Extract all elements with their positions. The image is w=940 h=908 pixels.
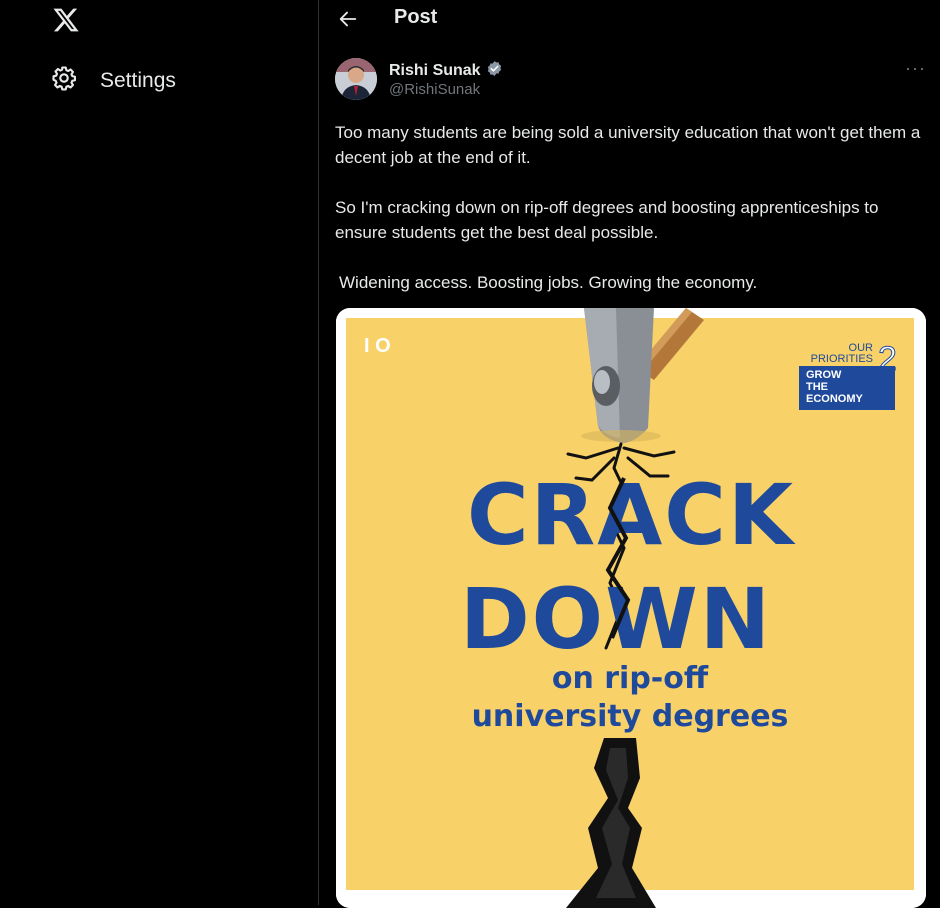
post-text: Too many students are being sold a unive… — [335, 120, 935, 320]
post-detail-column: Post Rishi Sunak @RishiSunak ··· Too man… — [319, 0, 940, 908]
post-paragraph: Widening access. Boosting jobs. Growing … — [339, 273, 758, 292]
post-image[interactable]: I O OUR PRIORITIES 2 GROW THE ECONOMY CR… — [336, 308, 926, 908]
more-options-icon[interactable]: ··· — [905, 58, 926, 79]
headline-line-1: CRACK — [467, 466, 796, 564]
gear-icon — [50, 64, 78, 97]
subline-2: university degrees — [472, 699, 789, 734]
sidebar-item-label: Settings — [100, 68, 176, 92]
post-paragraph: So I'm cracking down on rip-off degrees … — [335, 198, 879, 242]
svg-text:PRIORITIES: PRIORITIES — [811, 353, 873, 365]
author-name[interactable]: Rishi Sunak — [389, 62, 481, 80]
svg-text:ECONOMY: ECONOMY — [806, 393, 864, 405]
sidebar-item-settings[interactable]: Settings — [50, 64, 176, 97]
corner-mark: I O — [364, 335, 391, 357]
left-sidebar: Settings — [0, 0, 318, 905]
post-paragraph: Too many students are being sold a unive… — [335, 123, 921, 167]
author-handle[interactable]: @RishiSunak — [389, 81, 480, 98]
avatar[interactable] — [335, 58, 377, 100]
page-title: Post — [394, 6, 438, 28]
verified-badge-icon — [486, 60, 503, 82]
subline-1: on rip-off — [552, 661, 709, 696]
svg-text:GROW: GROW — [806, 369, 842, 381]
x-logo-icon[interactable] — [52, 6, 80, 34]
svg-text:THE: THE — [806, 381, 828, 393]
author-name-row: Rishi Sunak — [389, 60, 503, 82]
back-arrow-icon[interactable] — [337, 8, 359, 30]
